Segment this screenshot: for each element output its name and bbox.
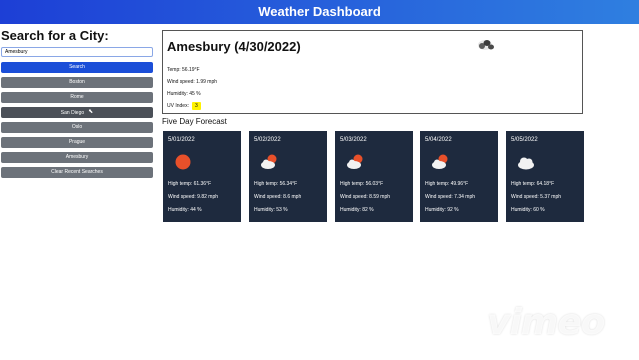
forecast-high-temp: High temp: 49.96°F bbox=[425, 181, 469, 187]
forecast-wind: Wind speed: 7.34 mph bbox=[425, 194, 476, 200]
forecast-humidity: Humidity: 82 % bbox=[340, 207, 374, 213]
forecast-date: 5/02/2022 bbox=[254, 137, 281, 143]
sun-icon bbox=[175, 154, 191, 170]
forecast-humidity: Humidity: 44 % bbox=[168, 207, 202, 213]
forecast-wind: Wind speed: 8.59 mph bbox=[340, 194, 391, 200]
history-label-san-diego: San Diego bbox=[60, 109, 85, 116]
forecast-card: 5/01/2022 High temp: 61.36°F Wind speed:… bbox=[163, 131, 241, 222]
history-button-amesbury[interactable]: Amesbury bbox=[1, 152, 153, 163]
forecast-wind: Wind speed: 9.82 mph bbox=[168, 194, 219, 200]
uv-index-badge: 3 bbox=[191, 102, 201, 110]
sidebar: Search for a City: Search Boston Rome Sa… bbox=[1, 28, 154, 182]
history-button-prague[interactable]: Prague bbox=[1, 137, 153, 148]
forecast-date: 5/01/2022 bbox=[168, 137, 195, 143]
search-button[interactable]: Search bbox=[1, 62, 153, 73]
clear-searches-button[interactable]: Clear Recent Searches bbox=[1, 167, 153, 178]
forecast-wind: Wind speed: 5.37 mph bbox=[511, 194, 562, 200]
forecast-card: 5/05/2022 High temp: 64.18°F Wind speed:… bbox=[506, 131, 584, 222]
forecast-date: 5/03/2022 bbox=[340, 137, 367, 143]
current-temp: Temp: 56.19°F bbox=[167, 67, 200, 73]
forecast-date: 5/04/2022 bbox=[425, 137, 452, 143]
history-button-san-diego[interactable]: San Diego ⬉ bbox=[1, 107, 153, 118]
forecast-title: Five Day Forecast bbox=[162, 117, 227, 126]
mouse-cursor-icon: ⬉ bbox=[88, 109, 94, 115]
search-heading: Search for a City: bbox=[1, 28, 109, 43]
history-button-oslo[interactable]: Oslo bbox=[1, 122, 153, 133]
partly-cloudy-icon bbox=[261, 154, 277, 169]
forecast-humidity: Humidity: 60 % bbox=[511, 207, 545, 213]
partly-cloudy-icon bbox=[432, 154, 448, 169]
forecast-high-temp: High temp: 64.18°F bbox=[511, 181, 555, 187]
app-title: Weather Dashboard bbox=[258, 4, 381, 19]
forecast-wind: Wind speed: 8.6 mph bbox=[254, 194, 302, 200]
forecast-humidity: Humidity: 53 % bbox=[254, 207, 288, 213]
uv-label: UV Index: bbox=[167, 103, 189, 109]
forecast-humidity: Humidity: 92 % bbox=[425, 207, 459, 213]
forecast-high-temp: High temp: 56.03°F bbox=[340, 181, 384, 187]
city-search-input[interactable] bbox=[1, 47, 153, 57]
forecast-card: 5/02/2022 High temp: 56.34°F Wind speed:… bbox=[249, 131, 327, 222]
forecast-date: 5/05/2022 bbox=[511, 137, 538, 143]
current-wind: Wind speed: 1.99 mph bbox=[167, 79, 218, 85]
app-header: Weather Dashboard bbox=[0, 0, 639, 24]
history-button-boston[interactable]: Boston bbox=[1, 77, 153, 88]
forecast-high-temp: High temp: 61.36°F bbox=[168, 181, 212, 187]
forecast-card: 5/03/2022 High temp: 56.03°F Wind speed:… bbox=[335, 131, 413, 222]
forecast-card: 5/04/2022 High temp: 49.96°F Wind speed:… bbox=[420, 131, 498, 222]
current-weather-panel: Amesbury (4/30/2022) Temp: 56.19°F Wind … bbox=[162, 30, 583, 114]
broken-clouds-icon bbox=[473, 37, 501, 58]
cloud-icon bbox=[518, 157, 534, 170]
current-humidity: Humidity: 45 % bbox=[167, 91, 201, 97]
current-city-title: Amesbury (4/30/2022) bbox=[167, 39, 301, 54]
partly-cloudy-icon bbox=[347, 154, 363, 169]
current-uv: UV Index: 3 bbox=[167, 102, 201, 110]
history-button-rome[interactable]: Rome bbox=[1, 92, 153, 103]
vimeo-watermark: vimeo bbox=[487, 302, 605, 343]
forecast-high-temp: High temp: 56.34°F bbox=[254, 181, 298, 187]
